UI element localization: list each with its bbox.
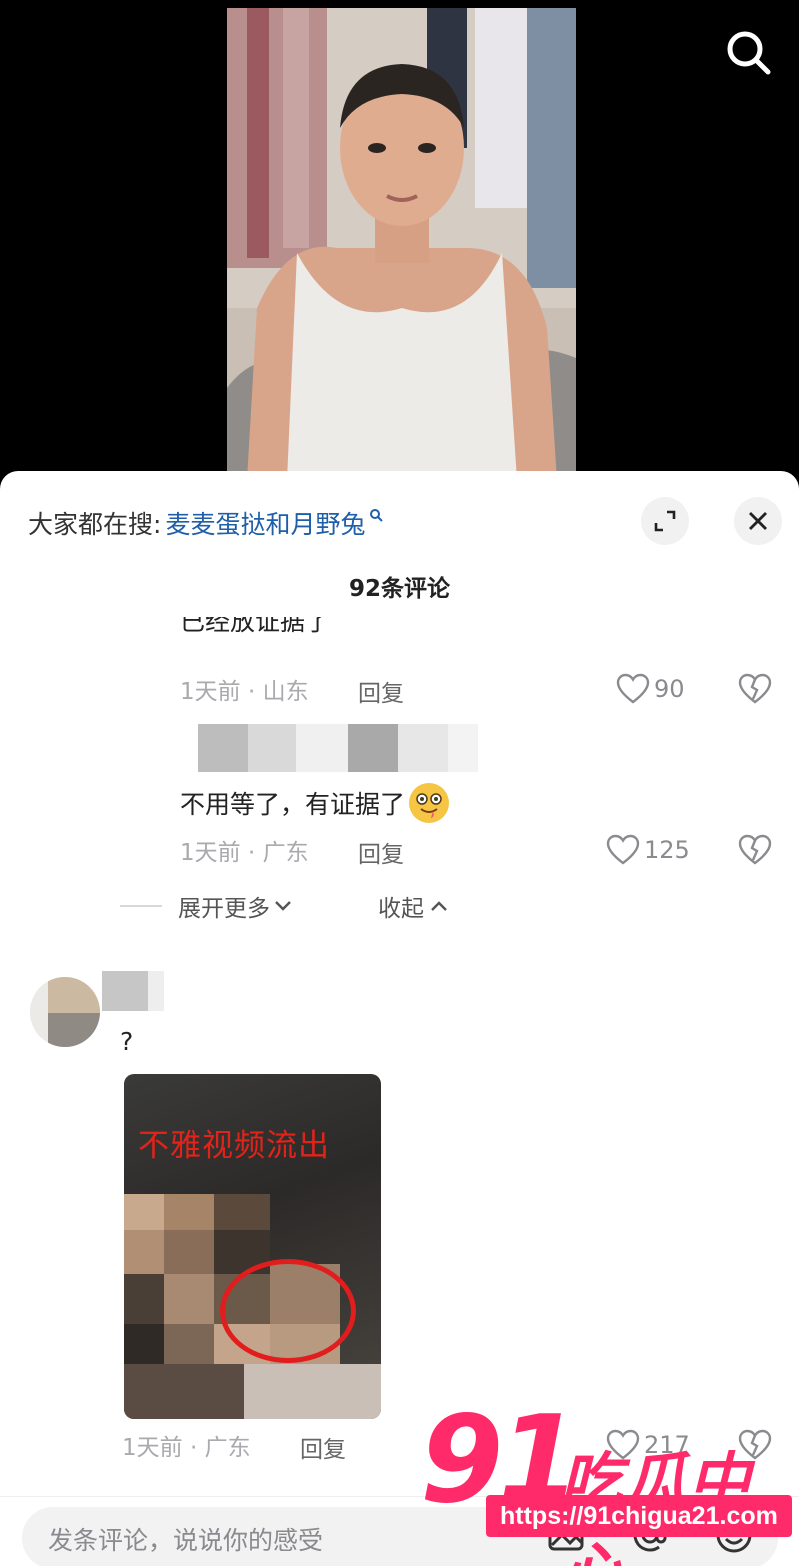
collapse-button[interactable]: 收起 xyxy=(378,889,448,923)
comment-text: 不用等了，有证据了 xyxy=(180,783,450,823)
expand-button[interactable] xyxy=(641,497,689,545)
video-player[interactable] xyxy=(0,0,799,480)
username-mosaic xyxy=(102,971,164,1011)
trending-prefix: 大家都在搜: xyxy=(28,510,162,539)
highlight-circle xyxy=(220,1259,356,1363)
search-small-icon xyxy=(369,507,384,526)
comment-count-title: 92条评论 xyxy=(348,576,450,602)
comment-sheet: 大家都在搜: 麦麦蛋挞和月野兔 92条评论 已经放证据了 1天前 · 山东 回复… xyxy=(0,471,799,1566)
comment-text: ? xyxy=(120,1027,134,1056)
search-button[interactable] xyxy=(722,26,776,80)
reply-button[interactable]: 回复 xyxy=(358,674,404,708)
reply-button[interactable]: 回复 xyxy=(358,835,404,869)
close-button[interactable] xyxy=(734,497,782,545)
heart-icon xyxy=(616,673,650,704)
site-watermark: 91 吃瓜中心 https://91chigua21.com xyxy=(420,1391,792,1566)
search-icon[interactable] xyxy=(722,26,776,80)
expand-icon xyxy=(654,510,676,532)
like-count: 90 xyxy=(654,675,685,703)
dislike-button[interactable] xyxy=(738,833,772,867)
avatar[interactable] xyxy=(30,977,100,1047)
like-count: 125 xyxy=(644,836,690,864)
divider-line xyxy=(120,905,162,907)
close-icon xyxy=(749,512,767,530)
comment-time-location: 1天前 · 广东 xyxy=(122,1435,251,1461)
comment-time-location: 1天前 · 广东 xyxy=(180,840,309,866)
chevron-down-icon xyxy=(275,901,291,911)
like-button[interactable]: 125 xyxy=(606,834,690,866)
watermark-url: https://91chigua21.com xyxy=(486,1495,792,1537)
trending-query-link[interactable]: 麦麦蛋挞和月野兔 xyxy=(165,505,365,541)
chevron-up-icon xyxy=(431,901,447,911)
broken-heart-icon xyxy=(738,673,772,704)
comment-image[interactable]: 不雅视频流出 xyxy=(124,1074,381,1419)
like-button[interactable]: 90 xyxy=(616,673,685,705)
image-caption: 不雅视频流出 xyxy=(138,1128,330,1164)
reply-button[interactable]: 回复 xyxy=(300,1430,346,1464)
expand-more-button[interactable]: 展开更多 xyxy=(178,889,292,923)
thread-expand-row: 展开更多 xyxy=(120,889,292,923)
comment-input-placeholder: 发条评论，说说你的感受 xyxy=(48,1526,324,1555)
username-mosaic xyxy=(198,724,488,774)
video-thumbnail-person xyxy=(227,8,576,480)
comment-text-cutoff: 已经放证据了 xyxy=(180,617,331,636)
drooling-face-emoji xyxy=(409,783,450,823)
heart-icon xyxy=(606,834,640,865)
video-frame xyxy=(227,8,576,480)
comment-time-location: 1天前 · 山东 xyxy=(180,679,309,705)
trending-search-bar[interactable]: 大家都在搜: 麦麦蛋挞和月野兔 xyxy=(28,503,384,543)
broken-heart-icon xyxy=(738,834,772,865)
dislike-button[interactable] xyxy=(738,672,772,706)
